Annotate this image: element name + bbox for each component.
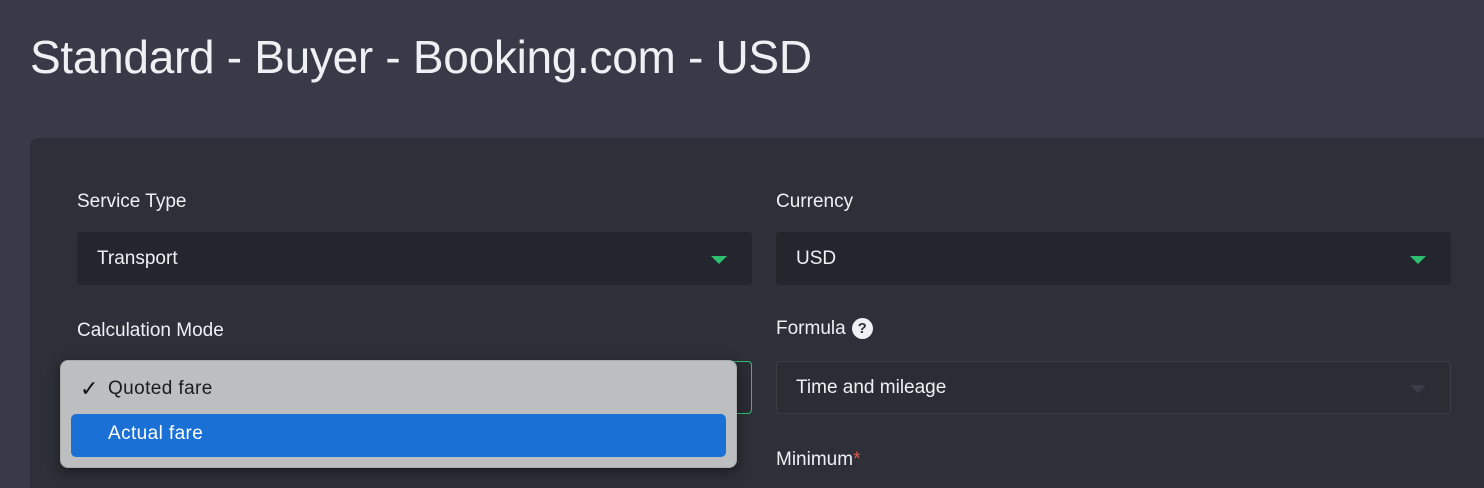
- formula-label-text: Formula: [776, 318, 846, 339]
- option-actual-fare[interactable]: Actual fare: [71, 414, 726, 457]
- checkmark-icon: ✓: [80, 376, 99, 401]
- calculation-mode-label: Calculation Mode: [77, 320, 224, 341]
- required-mark: *: [853, 449, 861, 470]
- currency-value: USD: [796, 248, 837, 269]
- formula-value: Time and mileage: [796, 377, 947, 398]
- chevron-down-icon: [1410, 385, 1426, 393]
- service-type-label: Service Type: [77, 191, 187, 212]
- service-type-value: Transport: [97, 248, 178, 269]
- option-label: Quoted fare: [108, 378, 213, 399]
- option-quoted-fare[interactable]: ✓ Quoted fare: [71, 369, 726, 412]
- service-type-select[interactable]: Transport: [77, 232, 752, 285]
- help-icon[interactable]: ?: [851, 318, 873, 339]
- minimum-label: Minimum*: [776, 449, 860, 471]
- chevron-down-icon: [1410, 256, 1426, 264]
- calculation-mode-dropdown: ✓ Quoted fare Actual fare: [60, 360, 737, 468]
- option-label: Actual fare: [108, 423, 204, 444]
- chevron-down-icon: [711, 256, 727, 264]
- currency-select[interactable]: USD: [776, 232, 1451, 285]
- formula-label: Formula?: [776, 318, 873, 340]
- currency-label: Currency: [776, 191, 854, 212]
- formula-select[interactable]: Time and mileage: [776, 361, 1451, 414]
- minimum-label-text: Minimum: [776, 449, 854, 470]
- page-title: Standard - Buyer - Booking.com - USD: [30, 31, 812, 83]
